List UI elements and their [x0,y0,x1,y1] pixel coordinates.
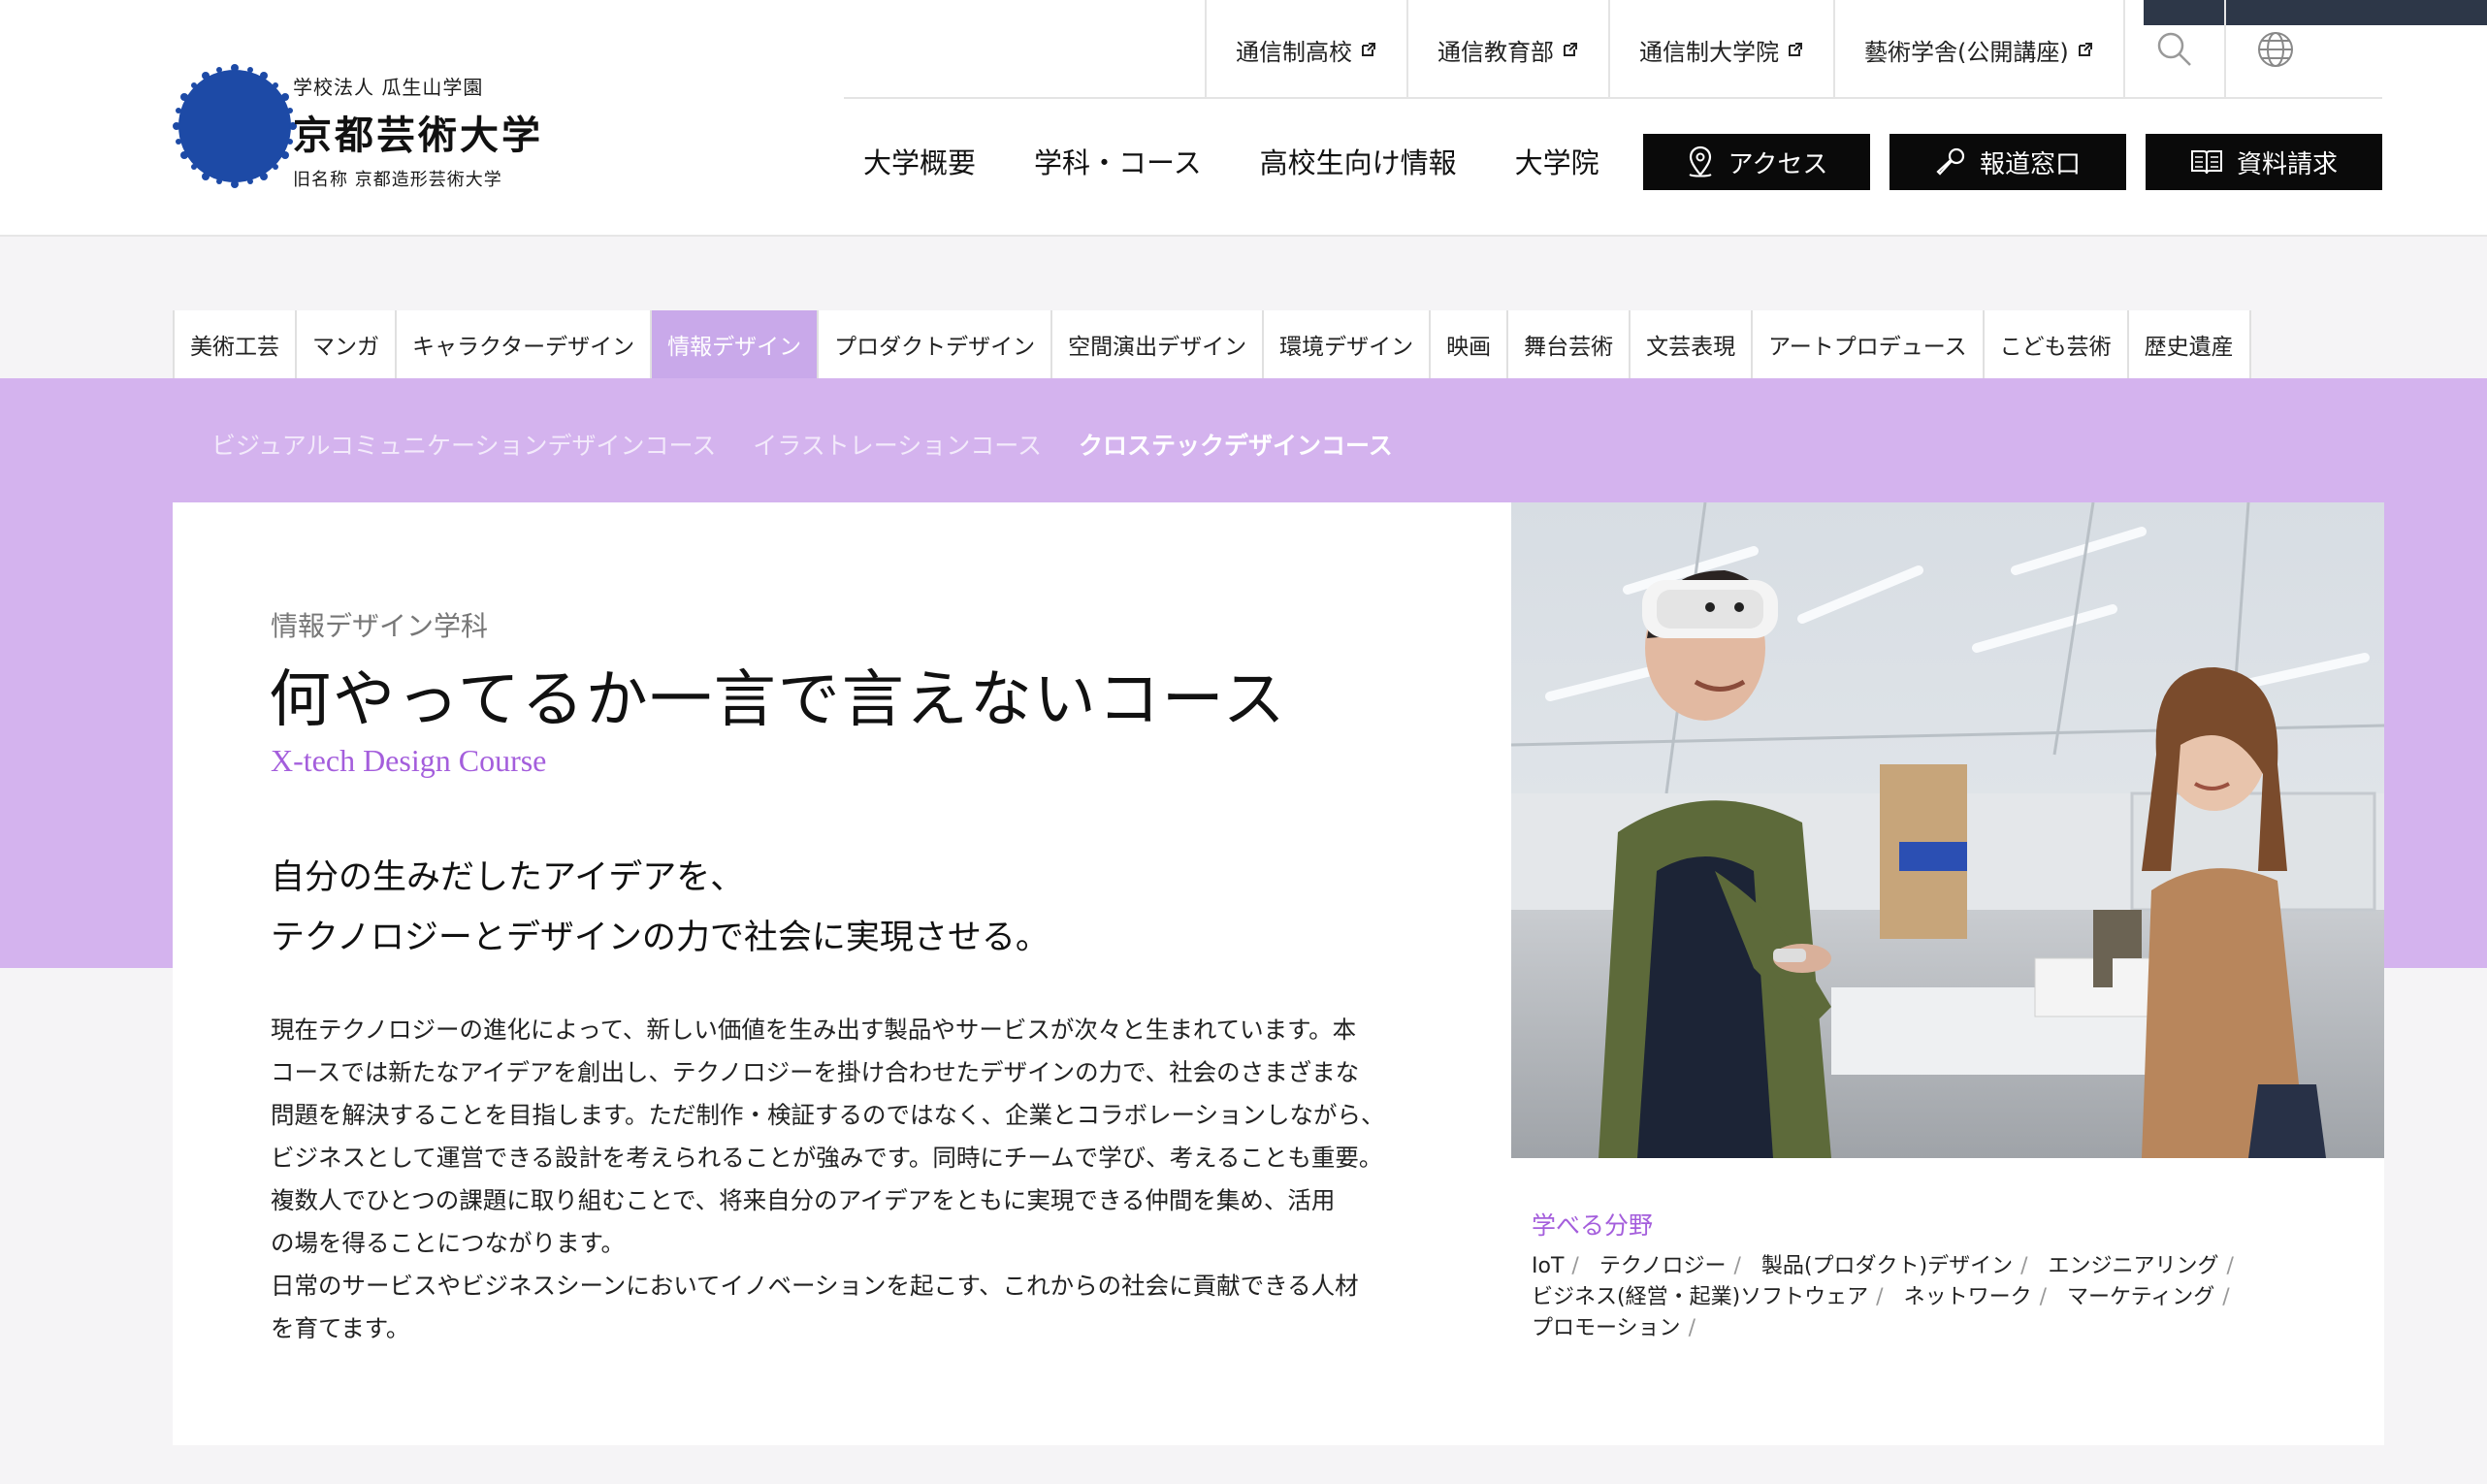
field-separator: / [2226,1254,2234,1278]
field-separator: / [1733,1254,1741,1278]
search-button[interactable] [2122,0,2224,99]
press-button[interactable]: 報道窓口 [1889,134,2126,190]
description-line: を育てます。 [271,1314,410,1342]
course-nav-x-tech-design[interactable]: クロステックデザインコース [1079,427,1393,462]
logo-mark-icon [173,64,297,188]
description-line: 現在テクノロジーの進化によって、新しい価値を生み出す製品やサービスが次々と生まれ… [271,1016,1357,1044]
access-label: アクセス [1728,149,1828,179]
tab-information-design[interactable]: 情報デザイン [652,310,820,378]
field-separator: / [1571,1254,1579,1278]
field-tag: テクノロジー [1599,1254,1727,1278]
util-link-label: 通信制大学院 [1639,38,1779,66]
field-row: IoT / テクノロジー / 製品(プロダクト)デザイン / エンジニアリング / [1532,1251,2327,1282]
tab-performing-arts[interactable]: 舞台芸術 [1508,310,1631,378]
microphone-icon [1936,147,1965,176]
tab-spatial-design[interactable]: 空間演出デザイン [1052,310,1265,378]
description-line: 複数人でひとつの課題に取り組むことで、将来自分のアイデアをともに実現できる仲間を… [271,1186,1336,1214]
page-title: 何やってるか一言で言えないコース [269,664,1287,736]
field-separator: / [1876,1285,1884,1309]
main-nav-departments[interactable]: 学科・コース [1034,141,1202,181]
util-link-label: 通信教育部 [1437,38,1554,66]
map-pin-icon [1689,145,1712,177]
external-link-icon [2078,43,2092,56]
field-tag: プロモーション [1532,1316,1681,1340]
tab-character-design[interactable]: キャラクターデザイン [397,310,653,378]
globe-icon [2257,32,2293,67]
press-label: 報道窓口 [1979,149,2081,179]
logo-former-name: 旧名称 京都造形芸術大学 [293,170,502,190]
util-link-open-lecture[interactable]: 藝術学舎(公開講座) [1833,0,2123,99]
description-line: 問題を解決することを目指します。ただ制作・検証するのではなく、企業とコラボレーシ… [271,1101,1385,1129]
department-label: 情報デザイン学科 [271,610,489,642]
course-nav-illustration[interactable]: イラストレーションコース [753,427,1042,462]
field-separator: / [2039,1285,2048,1309]
logo-text: 学校法人 瓜生山学園 京都芸術大学 旧名称 京都造形芸術大学 [293,72,543,191]
tab-child-art[interactable]: こども芸術 [1984,310,2129,378]
tab-product-design[interactable]: プロダクトデザイン [819,310,1053,378]
main-nav-high-school[interactable]: 高校生向け情報 [1260,141,1457,181]
util-link-label: 藝術学舎(公開講座) [1864,38,2069,66]
tab-manga[interactable]: マンガ [297,310,397,378]
field-tag: ビジネス(経営・起業)ソフトウェア [1532,1285,1869,1309]
tab-film[interactable]: 映画 [1431,310,1509,378]
field-separator: / [2222,1285,2230,1309]
course-content-card: 情報デザイン学科 何やってるか一言で言えないコース X-tech Design … [173,502,2384,1445]
external-link-icon [1564,43,1577,56]
language-button[interactable] [2223,0,2325,99]
brochure-label: 資料請求 [2236,149,2338,179]
field-separator: / [1688,1316,1696,1340]
util-link-label: 通信制高校 [1236,38,1352,66]
search-icon [2157,32,2191,66]
field-tag: ネットワーク [1903,1285,2032,1309]
fields-list: IoT / テクノロジー / 製品(プロダクト)デザイン / エンジニアリング / ビジ… [1532,1251,2327,1344]
util-link-correspondence[interactable]: 通信教育部 [1406,0,1608,99]
utility-divider [844,97,2382,99]
course-description: 現在テクノロジーの進化によって、新しい価値を生み出す製品やサービスが次々と生まれ… [271,1009,1609,1350]
external-link-icon [1362,43,1375,56]
brochure-button[interactable]: 資料請求 [2146,134,2382,190]
description-line: の場を得ることにつながります。 [271,1229,626,1257]
logo-parent-org: 学校法人 瓜生山学園 [293,76,484,99]
description-line: コースでは新たなアイデアを創出し、テクノロジーを掛け合わせたデザインの力で、社会… [271,1058,1360,1086]
field-row: プロモーション / [1532,1313,2327,1344]
field-tag: 製品(プロダクト)デザイン [1760,1254,2014,1278]
field-tag: エンジニアリング [2048,1254,2219,1278]
course-photo [1511,502,2384,1158]
tab-environmental-design[interactable]: 環境デザイン [1264,310,1432,378]
tab-fine-arts[interactable]: 美術工芸 [175,310,297,378]
department-tabs: 美術工芸 マンガ キャラクターデザイン 情報デザイン プロダクトデザイン 空間演… [173,310,2251,378]
fields-title: 学べる分野 [1532,1211,1654,1240]
learnable-fields: 学べる分野 IoT / テクノロジー / 製品(プロダクト)デザイン / エンジニアリ… [1532,1207,2327,1344]
site-header: 学校法人 瓜生山学園 京都芸術大学 旧名称 京都造形芸術大学 通信制高校 通信教… [0,0,2487,237]
tab-literary-arts[interactable]: 文芸表現 [1631,310,1754,378]
main-nav: 大学概要 学科・コース 高校生向け情報 大学院 [834,132,1629,190]
field-separator: / [2020,1254,2028,1278]
course-nav-visual-communication[interactable]: ビジュアルコミュニケーションデザインコース [211,427,716,462]
field-tag: IoT [1532,1254,1565,1278]
tab-art-produce[interactable]: アートプロデュース [1753,310,1985,378]
lead-line: テクノロジーとデザインの力で社会に実現させる。 [271,919,1050,957]
tab-cultural-heritage[interactable]: 歴史遺産 [2128,310,2251,378]
logo-university-name: 京都芸術大学 [293,113,543,158]
util-link-high-school[interactable]: 通信制高校 [1205,0,1406,99]
util-link-graduate[interactable]: 通信制大学院 [1608,0,1833,99]
main-nav-graduate[interactable]: 大学院 [1515,141,1599,181]
main-nav-about[interactable]: 大学概要 [863,141,976,181]
lead-text: 自分の生みだしたアイデアを、 テクノロジーとデザインの力で社会に実現させる。 [271,848,1050,968]
course-nav: ビジュアルコミュニケーションデザインコース イラストレーションコース クロステッ… [211,427,1430,462]
book-icon [2190,150,2222,175]
access-button[interactable]: アクセス [1643,134,1870,190]
field-row: ビジネス(経営・起業)ソフトウェア / ネットワーク / マーケティング / [1532,1282,2327,1313]
field-tag: マーケティング [2067,1285,2215,1309]
utility-nav: 通信制高校 通信教育部 通信制大学院 藝術学舎(公開講座) [1205,0,2325,99]
cta-group: アクセス 報道窓口 資料請求 [1643,134,2382,190]
description-line: ビジネスとして運営できる設計を考えられることが強みです。同時にチームで学び、考え… [271,1144,1383,1172]
description-line: 日常のサービスやビジネスシーンにおいてイノベーションを起こす、これからの社会に貢… [271,1272,1359,1300]
site-logo[interactable]: 学校法人 瓜生山学園 京都芸術大学 旧名称 京都造形芸術大学 [173,60,561,190]
course-english-title: X-tech Design Course [271,743,547,778]
lead-line: 自分の生みだしたアイデアを、 [271,858,745,897]
external-link-icon [1789,43,1802,56]
